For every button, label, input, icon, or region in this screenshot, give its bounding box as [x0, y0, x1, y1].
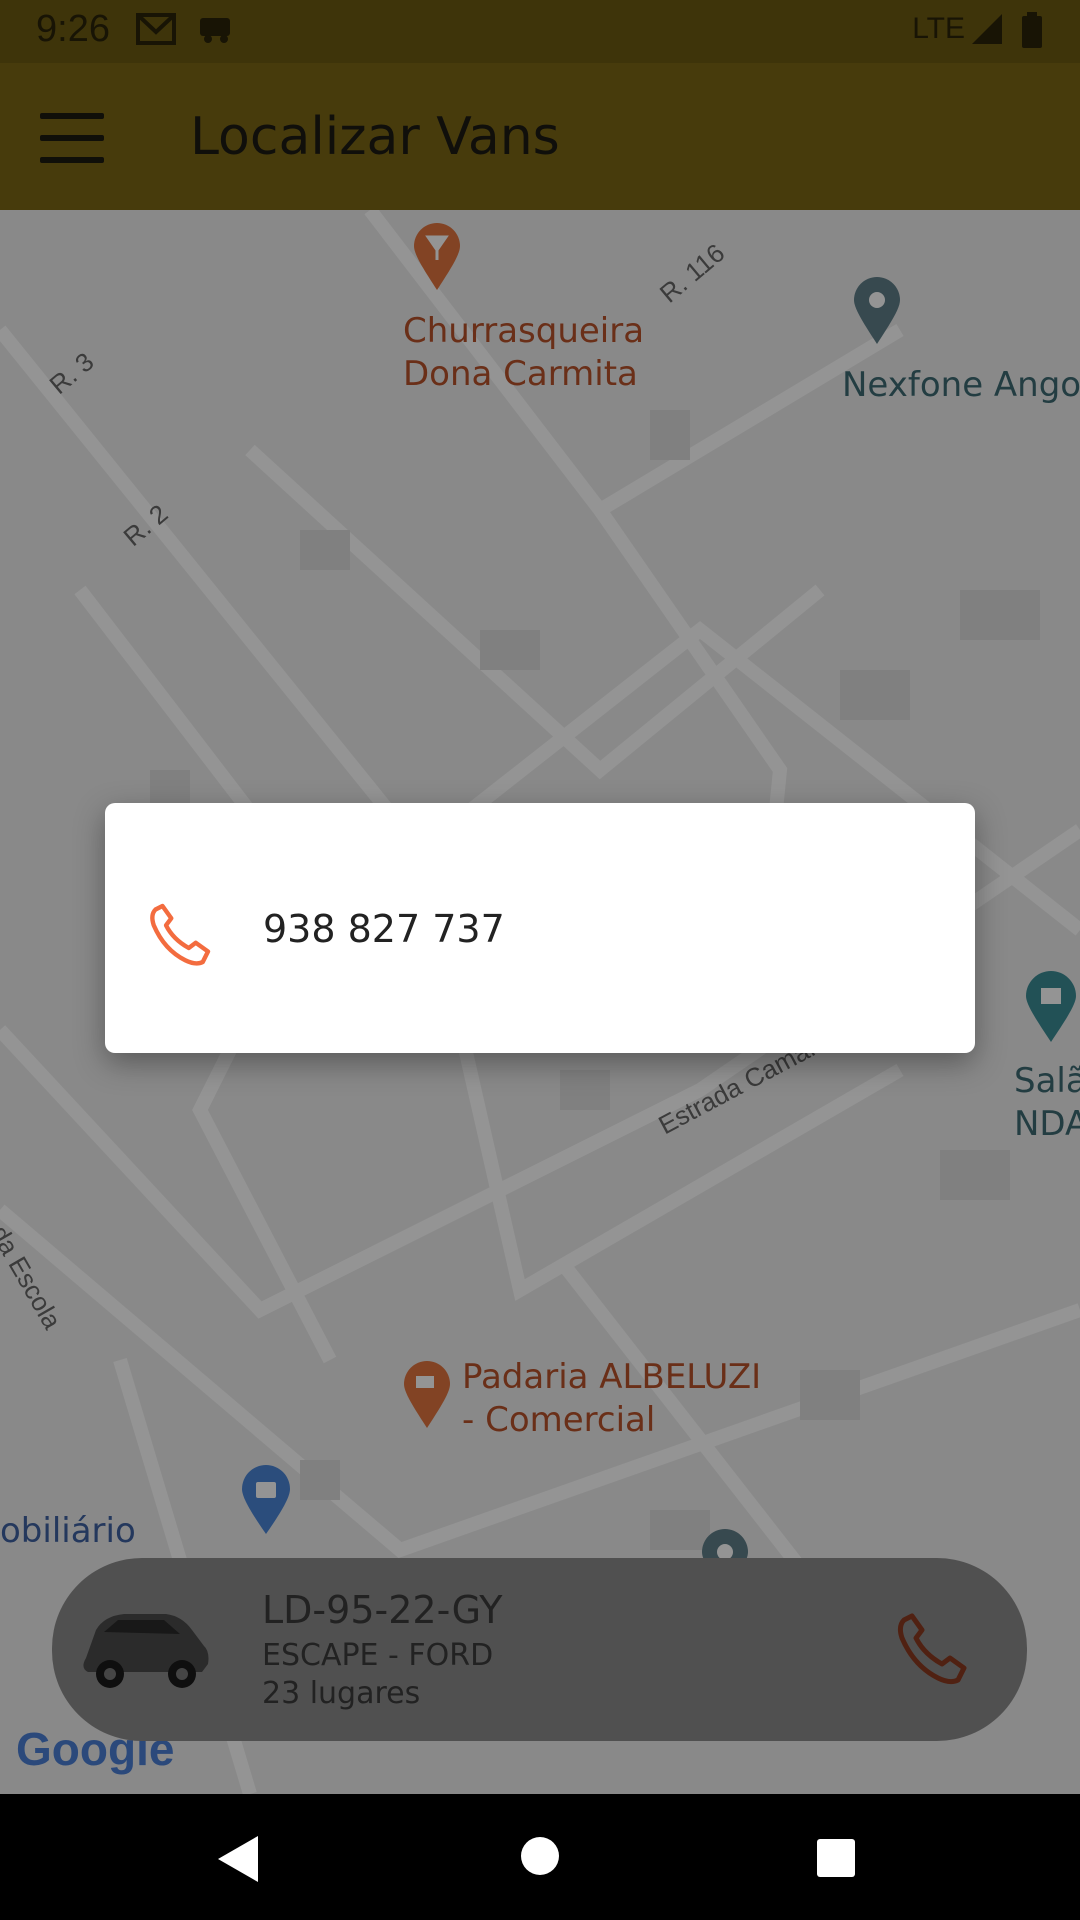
phone-dialog: 938 827 737 — [105, 803, 975, 1053]
home-button[interactable] — [520, 1836, 560, 1881]
phone-icon[interactable] — [145, 899, 215, 969]
system-nav-bar — [0, 1794, 1080, 1920]
recents-button[interactable] — [816, 1838, 856, 1883]
back-button[interactable] — [216, 1834, 260, 1889]
phone-number[interactable]: 938 827 737 — [263, 907, 505, 951]
